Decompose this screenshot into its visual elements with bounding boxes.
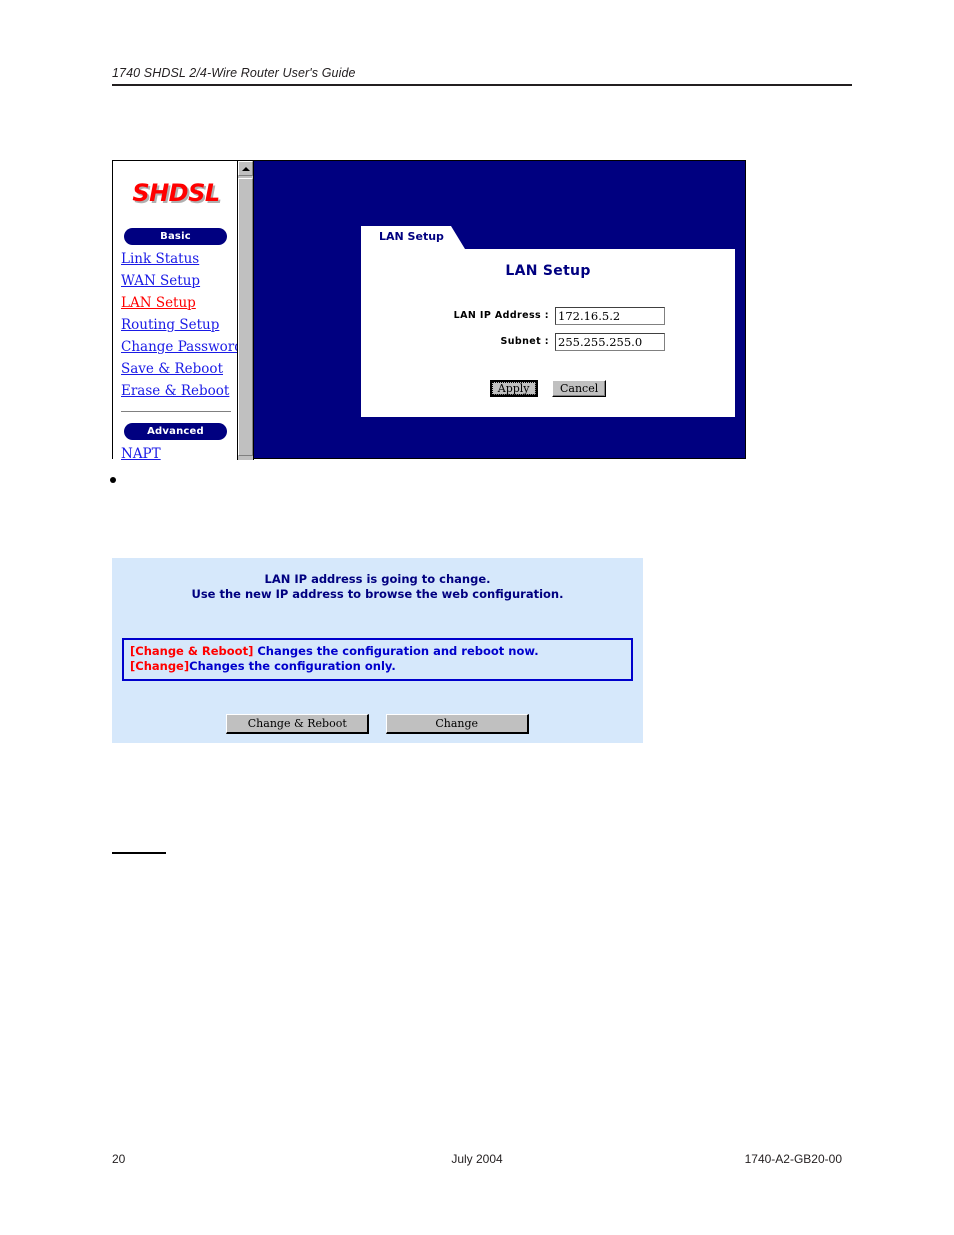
sidebar-item-erase-and-reboot[interactable]: Erase & Reboot <box>121 383 229 399</box>
change-and-reboot-description: Changes the configuration and reboot now… <box>253 644 539 658</box>
sidebar-item-save-and-reboot[interactable]: Save & Reboot <box>121 361 223 377</box>
dialog-note-box: [Change & Reboot] Changes the configurat… <box>122 638 633 681</box>
bullet-dot-icon <box>110 476 116 483</box>
lan-ip-address-row: LAN IP Address : <box>361 307 735 327</box>
header-divider <box>112 84 852 86</box>
page-header: 1740 SHDSL 2/4-Wire Router User's Guide <box>112 66 852 86</box>
dialog-message-line-1: LAN IP address is going to change. <box>264 572 491 586</box>
scroll-up-arrow-icon[interactable] <box>238 161 253 176</box>
router-web-ui-screenshot: SHDSL Basic Link Status WAN Setup LAN Se… <box>112 160 746 460</box>
dialog-message: LAN IP address is going to change. Use t… <box>112 572 643 602</box>
dialog-button-row: Change & Reboot Change <box>112 714 643 734</box>
router-sidebar: SHDSL Basic Link Status WAN Setup LAN Se… <box>113 161 238 460</box>
dialog-note-line-1: [Change & Reboot] Changes the configurat… <box>130 644 625 659</box>
sidebar-item-napt[interactable]: NAPT <box>121 446 161 460</box>
lan-setup-form: LAN Setup LAN IP Address : Subnet : Appl… <box>361 249 735 417</box>
lan-ip-address-label: LAN IP Address : <box>453 310 549 321</box>
footer-document-number: 1740-A2-GB20-00 <box>744 1152 842 1166</box>
footnote-separator <box>112 852 166 854</box>
apply-button[interactable]: Apply <box>489 380 538 397</box>
sidebar-section-advanced-button[interactable]: Advanced <box>124 423 227 440</box>
lan-setup-panel: LAN Setup LAN Setup LAN IP Address : Sub… <box>361 226 735 417</box>
subnet-input[interactable] <box>555 333 665 351</box>
sidebar-item-change-password[interactable]: Change Password <box>121 339 237 355</box>
chevron-up-icon <box>242 167 250 171</box>
subnet-label: Subnet : <box>500 336 549 347</box>
cancel-button[interactable]: Cancel <box>551 380 607 397</box>
lan-setup-button-row: Apply Cancel <box>361 379 735 397</box>
dialog-note-line-2: [Change]Changes the configuration only. <box>130 659 625 674</box>
sidebar-divider <box>121 411 231 412</box>
dialog-message-line-2: Use the new IP address to browse the web… <box>191 587 564 601</box>
footer-date: July 2004 <box>451 1152 503 1166</box>
sidebar-item-link-status[interactable]: Link Status <box>121 251 199 267</box>
lan-ip-change-dialog-screenshot: LAN IP address is going to change. Use t… <box>112 558 643 743</box>
change-description: Changes the configuration only. <box>189 659 396 673</box>
sidebar-item-routing-setup[interactable]: Routing Setup <box>121 317 219 333</box>
document-header-title: 1740 SHDSL 2/4-Wire Router User's Guide <box>112 66 356 80</box>
sidebar-item-wan-setup[interactable]: WAN Setup <box>121 273 200 289</box>
change-and-reboot-key: [Change & Reboot] <box>130 644 254 658</box>
shdsl-logo: SHDSL <box>132 179 220 207</box>
bullet-list-item <box>110 472 610 486</box>
page-title: LAN Setup <box>505 263 591 279</box>
change-and-reboot-button[interactable]: Change & Reboot <box>226 714 370 734</box>
sidebar-section-basic-button[interactable]: Basic <box>124 228 227 245</box>
change-button[interactable]: Change <box>385 714 529 734</box>
lan-ip-address-input[interactable] <box>555 307 665 325</box>
change-key: [Change] <box>130 659 190 673</box>
scrollbar-thumb[interactable] <box>238 178 253 456</box>
sidebar-item-lan-setup[interactable]: LAN Setup <box>121 295 196 311</box>
subnet-row: Subnet : <box>361 333 735 353</box>
tab-lan-setup-label: LAN Setup <box>379 230 444 243</box>
sidebar-scrollbar[interactable] <box>238 161 254 460</box>
tab-lan-setup[interactable]: LAN Setup <box>361 226 465 249</box>
